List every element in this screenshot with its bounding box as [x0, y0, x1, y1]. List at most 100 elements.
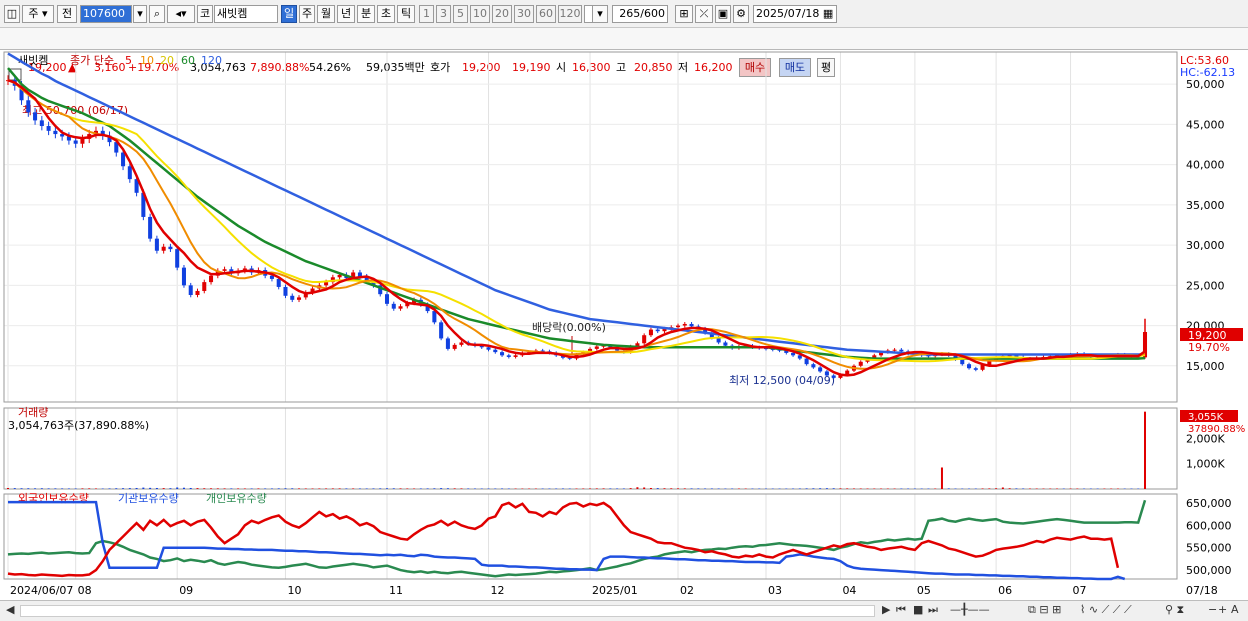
volume-bar [913, 488, 916, 489]
volume-bar [27, 488, 30, 489]
interval-20-button[interactable]: 20 [492, 5, 512, 23]
volume-bar [663, 488, 666, 489]
date-value: 2025/07/18 [756, 7, 820, 20]
zoom-out-icon[interactable]: − [1208, 601, 1217, 619]
calendar-icon[interactable]: ▦ [823, 7, 833, 20]
institution-holdings-label: 기관보유수량 [118, 492, 179, 505]
candle-body [960, 359, 965, 365]
volume-bar [1008, 488, 1011, 489]
volume-bar [589, 488, 592, 489]
volume-bar [284, 488, 287, 489]
interval-1-button[interactable]: 1 [419, 5, 434, 23]
candle-body [797, 355, 802, 359]
volume-bar [656, 488, 659, 489]
candle-type-icon[interactable]: ⊞ [675, 5, 693, 23]
scroll-right-icon[interactable]: ▶ [882, 601, 890, 619]
volume-bar [609, 488, 612, 489]
candle-body [493, 349, 498, 353]
volume-bar [291, 488, 294, 489]
interval-120-button[interactable]: 120 [558, 5, 582, 23]
volume-bar [230, 488, 233, 489]
count-input[interactable]: 265/600 [612, 5, 668, 23]
volume-bar [507, 488, 510, 489]
layout-icon[interactable]: ◫ [4, 5, 20, 23]
candle-body [689, 323, 694, 327]
crosshair-icon[interactable]: ⤫ [695, 5, 713, 23]
volume-bar [81, 488, 84, 489]
candle-body [594, 346, 599, 349]
volume-bar [216, 488, 219, 489]
volume-bar [210, 488, 213, 489]
volume-bar [548, 488, 551, 489]
layout-tools-icon[interactable]: ⧉ ⊟ ⊞ [1028, 601, 1061, 619]
candle-body [824, 371, 829, 376]
date-input[interactable]: 2025/07/18 ▦ [753, 5, 837, 23]
interval-10-button[interactable]: 10 [470, 5, 490, 23]
rewind-icon[interactable]: ⏮ [896, 601, 906, 619]
scrollbar-track[interactable] [20, 605, 875, 617]
holdings-tick-label: 550,000 [1186, 542, 1232, 555]
interval-30-button[interactable]: 30 [514, 5, 534, 23]
font-size-icon[interactable]: A [1231, 601, 1239, 619]
speaker-icon[interactable]: ◂▾ [167, 5, 195, 23]
fast-forward-icon[interactable]: ⏭ [928, 601, 938, 619]
volume-bar [298, 488, 301, 489]
volume-bar [142, 487, 145, 489]
period-tick-button[interactable]: 틱 [397, 5, 415, 23]
candle-body [858, 361, 863, 366]
price-tick-label: 50,000 [1186, 78, 1225, 91]
volume-bar [406, 488, 409, 489]
stop-icon[interactable]: ■ [913, 601, 923, 619]
period-month-button[interactable]: 월 [317, 5, 335, 23]
candle-body [202, 282, 207, 291]
interval-3-button[interactable]: 3 [436, 5, 451, 23]
x-axis-label: 09 [179, 584, 193, 597]
volume-bar [988, 488, 991, 489]
scroll-left-icon[interactable]: ◀ [6, 601, 14, 619]
period-day-button[interactable]: 일 [281, 5, 297, 23]
volume-bar [318, 488, 321, 489]
volume-bar [13, 488, 16, 489]
period-minute-button[interactable]: 분 [357, 5, 375, 23]
volume-bar [555, 488, 558, 489]
volume-bar [203, 488, 206, 489]
candle-body [791, 352, 796, 356]
zoom-in-icon[interactable]: + [1218, 601, 1227, 619]
zoom-slider[interactable]: —╂—— [950, 601, 990, 619]
interval-5-button[interactable]: 5 [453, 5, 468, 23]
volume-bar [595, 488, 598, 489]
period-second-button[interactable]: 초 [377, 5, 395, 23]
volume-bar [643, 487, 646, 489]
period-week-button[interactable]: 주 [299, 5, 315, 23]
volume-bar [331, 488, 334, 489]
prev-button[interactable]: 전 [57, 5, 77, 23]
chart-area[interactable]: 새빗켐 종가 단순 5 10 20 60 120 LC:53.60 HC:-62… [0, 50, 1248, 600]
chevron-down-icon[interactable]: ▾ [133, 5, 147, 23]
price-tick-label: 25,000 [1186, 279, 1225, 292]
period-year-button[interactable]: 년 [337, 5, 355, 23]
toolbar: ◫ 주 ▾ 전 107600 ▾ ⌕ ◂▾ 코 새빗켐 일 주 월 년 분 초 … [0, 0, 1248, 28]
settings-tools-icon[interactable]: ⚲ ⧗ [1165, 601, 1184, 619]
market-type-select[interactable]: 주 ▾ [22, 5, 54, 23]
stock-code-input[interactable]: 107600 [80, 5, 132, 23]
ma20-label: 20 [160, 54, 174, 67]
save-icon[interactable]: ▣ [715, 5, 731, 23]
gear-icon[interactable]: ⚙ [733, 5, 749, 23]
stock-name-field[interactable]: 새빗켐 [214, 5, 278, 23]
search-icon[interactable]: ⌕ [149, 5, 165, 23]
volume-pct-tag-text: 37890.88% [1188, 424, 1245, 435]
volume-bar [94, 488, 97, 489]
volume-bar [717, 488, 720, 489]
volume-bar [582, 488, 585, 489]
chevron-down-icon[interactable]: ▾ [592, 5, 608, 23]
volume-bar [379, 488, 382, 489]
volume-bar [602, 488, 605, 489]
hc-label: HC:-62.13 [1180, 66, 1235, 79]
foreign-holdings-line [7, 501, 1120, 578]
drawing-tools-icon[interactable]: ⌇ ∿ ⟋ ⟋ ⟋ [1080, 601, 1132, 619]
interval-60-button[interactable]: 60 [536, 5, 556, 23]
x-axis-label: 2025/01 [592, 584, 638, 597]
price-tick-label: 35,000 [1186, 199, 1225, 212]
ma120-label: 120 [201, 54, 222, 67]
volume-bar [683, 488, 686, 489]
